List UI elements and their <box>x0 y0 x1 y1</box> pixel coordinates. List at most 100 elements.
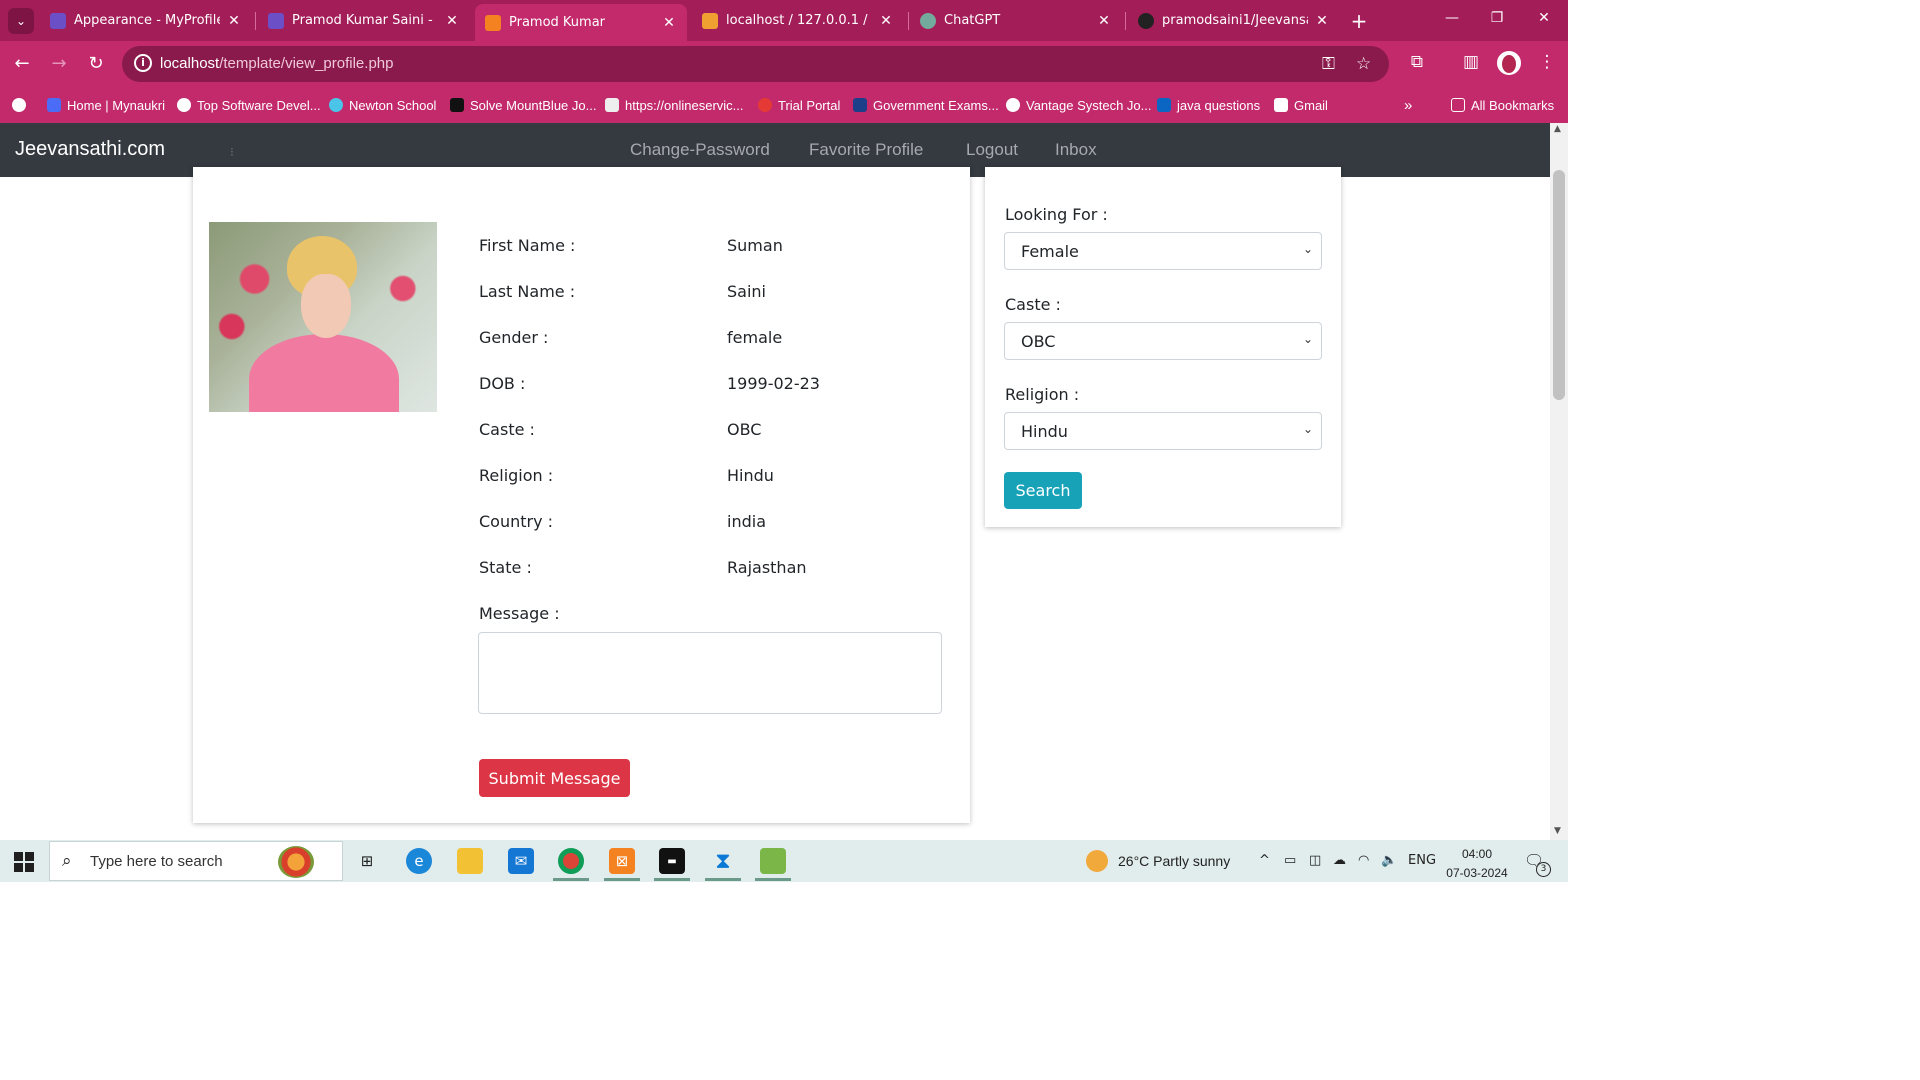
close-icon[interactable]: ✕ <box>226 13 242 29</box>
browser-tab[interactable]: ChatGPT ✕ <box>910 6 1122 35</box>
naukri-icon <box>47 98 61 112</box>
windows-taskbar: ⌕ Type here to search ⊞ e ✉ ⊠ ▬ ⧗ 26°C P… <box>0 840 1568 882</box>
browser-tab[interactable]: Appearance - MyProfile Ad ✕ <box>40 6 252 35</box>
first-name-label: First Name : <box>479 236 576 255</box>
submit-message-button[interactable]: Submit Message <box>479 759 630 797</box>
religion-select[interactable]: Hindu ⌄ <box>1004 412 1322 450</box>
bookmark-item[interactable]: Top Software Devel... <box>177 96 321 114</box>
message-textarea[interactable] <box>478 632 942 714</box>
new-tab-button[interactable]: + <box>1347 9 1371 33</box>
file-explorer-icon[interactable] <box>457 848 483 874</box>
browser-tab[interactable]: pramodsaini1/Jeevansathi ✕ <box>1128 6 1340 35</box>
browser-tab-active[interactable]: Pramod Kumar ✕ <box>475 4 687 41</box>
minimize-icon[interactable]: — <box>1440 10 1464 26</box>
extensions-icon[interactable]: ⧉ <box>1405 52 1429 72</box>
caste-select[interactable]: OBC ⌄ <box>1004 322 1322 360</box>
nav-favorite-profile[interactable]: Favorite Profile <box>809 140 923 160</box>
volume-icon[interactable]: 🔈 <box>1381 853 1397 868</box>
restore-icon[interactable]: ❐ <box>1485 10 1509 26</box>
nav-logout[interactable]: Logout <box>966 140 1018 160</box>
gmail-icon <box>1274 98 1288 112</box>
close-icon[interactable]: ✕ <box>1096 13 1112 29</box>
tab-separator <box>1125 12 1126 30</box>
back-icon[interactable]: ← <box>10 53 34 74</box>
nav-inbox[interactable]: Inbox <box>1055 140 1097 160</box>
close-icon[interactable]: ✕ <box>661 15 677 31</box>
chevron-up-icon[interactable]: ^ <box>1259 853 1270 868</box>
side-panel-icon[interactable]: ▥ <box>1459 52 1483 72</box>
close-icon[interactable]: ✕ <box>878 13 894 29</box>
wifi-icon[interactable]: ◠ <box>1358 853 1369 868</box>
vscode-icon[interactable]: ⧗ <box>710 848 736 874</box>
close-icon[interactable]: ✕ <box>444 13 460 29</box>
site-icon <box>853 98 867 112</box>
scrollbar-thumb[interactable] <box>1553 170 1565 400</box>
device-icon[interactable]: ◫ <box>1309 853 1321 868</box>
language-indicator[interactable]: ENG <box>1408 853 1436 868</box>
bookmark-item[interactable]: Home | Mynaukri <box>47 96 165 114</box>
close-icon[interactable]: ✕ <box>1314 13 1330 29</box>
looking-for-select[interactable]: Female ⌄ <box>1004 232 1322 270</box>
search-button[interactable]: Search <box>1004 472 1082 509</box>
chrome-icon[interactable] <box>558 848 584 874</box>
profile-avatar[interactable] <box>1497 51 1521 75</box>
search-icon: ⌕ <box>62 851 72 871</box>
task-view-icon[interactable]: ⊞ <box>354 848 380 874</box>
nav-change-password[interactable]: Change-Password <box>630 140 770 160</box>
image-app-icon[interactable] <box>760 848 786 874</box>
chevron-down-icon: ⌄ <box>15 14 27 28</box>
browser-tab[interactable]: Pramod Kumar Saini - PHP ✕ <box>258 6 470 35</box>
more-bookmarks-icon[interactable]: » <box>1404 96 1412 114</box>
profile-photo <box>209 222 437 412</box>
clock[interactable]: 04:00 07-03-2024 <box>1442 845 1512 883</box>
bookmark-item[interactable]: Government Exams... <box>853 96 999 114</box>
forward-icon[interactable]: → <box>47 53 71 74</box>
scroll-up-icon[interactable]: ▲ <box>1554 124 1561 134</box>
gender-value: female <box>727 328 783 347</box>
wordpress-admin-icon <box>268 12 284 29</box>
address-bar[interactable]: i localhost/template/view_profile.php ⚿ … <box>122 46 1389 82</box>
bookmark-item[interactable]: https://onlineservic... <box>605 96 744 114</box>
url-text[interactable]: localhost/template/view_profile.php <box>160 55 393 72</box>
chatgpt-icon <box>920 12 936 29</box>
taskbar-search-box[interactable]: ⌕ Type here to search <box>49 841 343 881</box>
hackerrank-icon <box>450 98 464 112</box>
bookmark-item[interactable]: Gmail <box>1274 96 1328 114</box>
cloud-icon[interactable]: ☁ <box>1333 853 1346 868</box>
last-name-label: Last Name : <box>479 282 576 301</box>
tab-search-button[interactable]: ⌄ <box>8 8 34 34</box>
menu-kebab-icon[interactable]: ⋮ <box>1535 52 1559 72</box>
terminal-icon[interactable]: ▬ <box>659 848 685 874</box>
windows-start-icon[interactable] <box>14 852 34 872</box>
looking-for-label: Looking For : <box>1005 205 1108 224</box>
first-name-value: Suman <box>727 236 783 255</box>
tab-separator <box>255 12 256 30</box>
bookmark-item[interactable]: Vantage Systech Jo... <box>1006 96 1152 114</box>
all-bookmarks[interactable]: All Bookmarks <box>1451 96 1554 114</box>
globe-icon <box>1006 98 1020 112</box>
religion-label: Religion : <box>479 466 554 485</box>
site-brand[interactable]: Jeevansathi.com <box>15 138 165 161</box>
linkedin-icon <box>1157 98 1171 112</box>
battery-icon[interactable]: ▭ <box>1284 853 1296 868</box>
mail-icon[interactable]: ✉ <box>508 848 534 874</box>
bookmark-star-icon[interactable]: ☆ <box>1356 54 1371 74</box>
bookmark-item[interactable]: Trial Portal <box>758 96 840 114</box>
close-window-icon[interactable]: ✕ <box>1532 10 1556 26</box>
chrome-apps-icon[interactable] <box>12 96 26 114</box>
password-key-icon[interactable]: ⚿ <box>1322 54 1335 74</box>
reload-icon[interactable]: ↻ <box>84 53 108 74</box>
bookmark-item[interactable]: java questions <box>1157 96 1260 114</box>
bookmark-item[interactable]: Solve MountBlue Jo... <box>450 96 596 114</box>
bookmark-item[interactable]: Newton School <box>329 96 436 114</box>
browser-tab[interactable]: localhost / 127.0.0.1 / wedd ✕ <box>692 6 904 35</box>
state-value: Rajasthan <box>727 558 807 577</box>
weather-icon[interactable] <box>1086 850 1108 872</box>
edge-icon[interactable]: e <box>406 848 432 874</box>
religion-value: Hindu <box>727 466 774 485</box>
site-info-icon[interactable]: i <box>134 54 152 72</box>
scroll-down-icon[interactable]: ▼ <box>1554 826 1561 836</box>
weather-text[interactable]: 26°C Partly sunny <box>1118 853 1230 869</box>
xampp-icon[interactable]: ⊠ <box>609 848 635 874</box>
gender-label: Gender : <box>479 328 549 347</box>
